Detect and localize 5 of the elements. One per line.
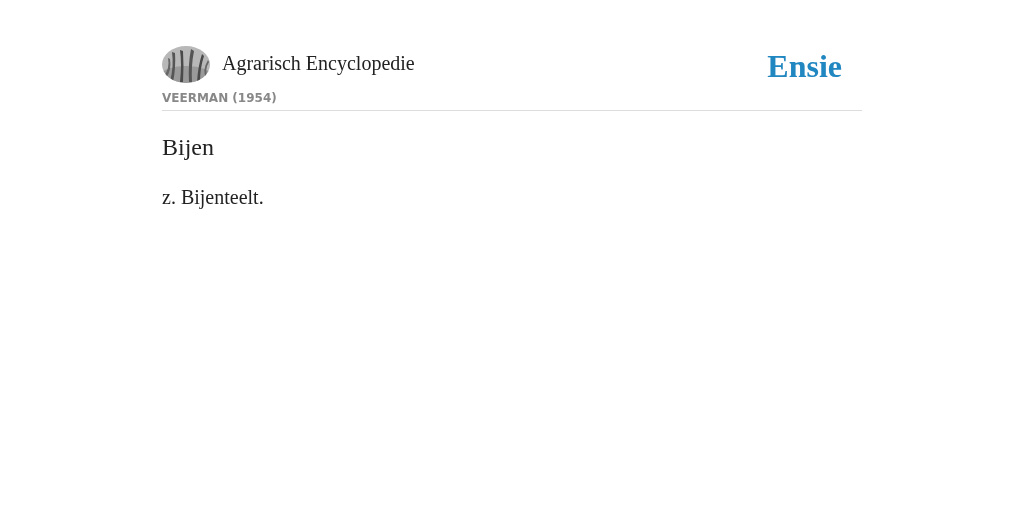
site-logo[interactable]: Ensie <box>767 50 842 82</box>
article-title: Bijen <box>162 135 214 159</box>
article-body: z. Bijenteelt. <box>162 187 264 207</box>
source-title[interactable]: Agrarisch Encyclopedie <box>222 52 415 73</box>
source-author: VEERMAN (1954) <box>162 92 278 104</box>
